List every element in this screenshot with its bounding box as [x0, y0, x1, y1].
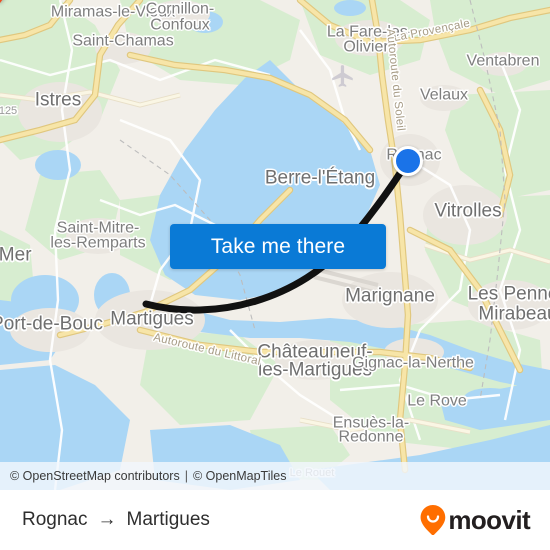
take-me-there-button[interactable]: Take me there — [170, 224, 386, 269]
map-attribution: © OpenStreetMap contributors | © OpenMap… — [0, 462, 550, 490]
origin-marker-rognac[interactable] — [393, 146, 423, 176]
map-page: Miramas-le-Vieux Cornillon- Confoux Saint-C… — [0, 0, 550, 550]
route-origin-label: Rognac — [22, 509, 88, 530]
attribution-separator: | — [184, 469, 188, 483]
map-canvas[interactable]: Miramas-le-Vieux Cornillon- Confoux Saint-C… — [0, 0, 550, 490]
arrow-right-icon: → — [97, 509, 117, 530]
destination-marker-martigues[interactable] — [0, 0, 16, 4]
openmaptiles-attribution-link[interactable]: © OpenMapTiles — [193, 469, 287, 483]
moovit-wordmark: moovit — [448, 504, 530, 535]
openstreetmap-attribution-link[interactable]: © OpenStreetMap contributors — [10, 469, 180, 483]
footer-bar: Rognac → Martigues moovit — [0, 490, 550, 550]
moovit-pin-icon — [420, 505, 446, 535]
moovit-logo[interactable]: moovit — [420, 504, 531, 536]
route-summary: Rognac → Martigues — [22, 509, 210, 531]
route-destination-label: Martigues — [126, 509, 210, 530]
airplane-icon — [332, 65, 353, 87]
